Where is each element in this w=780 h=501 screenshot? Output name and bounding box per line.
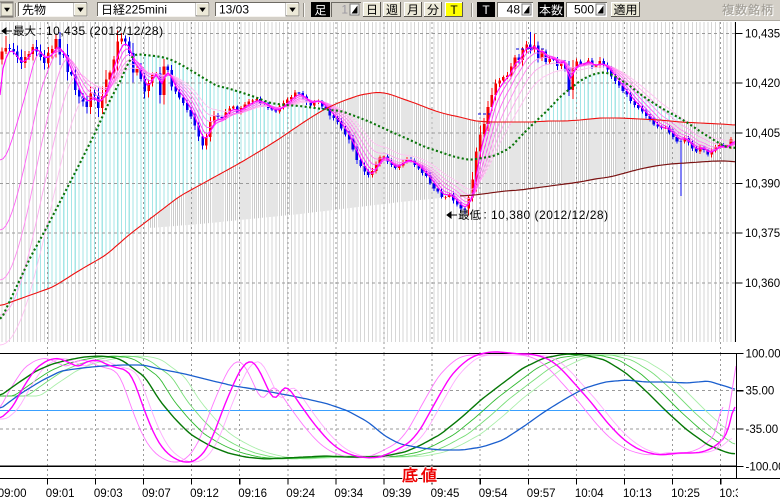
svg-text:1: 1 (341, 3, 348, 17)
svg-text:10,435 (2012/12/28): 10,435 (2012/12/28) (46, 24, 164, 38)
svg-text:10,435: 10,435 (745, 29, 780, 41)
svg-text:35.00: 35.00 (746, 386, 775, 398)
svg-text:-35.00: -35.00 (746, 424, 779, 436)
svg-text:09:57: 09:57 (527, 488, 556, 500)
svg-text:09:07: 09:07 (142, 488, 171, 500)
svg-text:09:39: 09:39 (383, 488, 412, 500)
svg-text:09:24: 09:24 (286, 488, 315, 500)
svg-text:10,405: 10,405 (745, 128, 780, 140)
svg-text:09:12: 09:12 (190, 488, 219, 500)
svg-text:10,375: 10,375 (745, 228, 780, 240)
svg-text:48: 48 (507, 3, 521, 17)
svg-text:T: T (450, 3, 458, 17)
svg-text::: : (484, 210, 487, 222)
svg-text:09:54: 09:54 (479, 488, 508, 500)
svg-text:10,390: 10,390 (745, 179, 780, 191)
svg-text:09:16: 09:16 (238, 488, 267, 500)
svg-text:09:03: 09:03 (94, 488, 123, 500)
svg-text:-100.00: -100.00 (746, 461, 780, 473)
svg-text:09:45: 09:45 (431, 488, 460, 500)
svg-text:T: T (482, 3, 490, 17)
svg-text:10,420: 10,420 (745, 78, 780, 90)
svg-text:09:34: 09:34 (334, 488, 363, 500)
svg-text:10,380 (2012/12/28): 10,380 (2012/12/28) (491, 208, 609, 222)
svg-text:13/03: 13/03 (219, 3, 249, 17)
svg-text:10,360: 10,360 (745, 278, 780, 290)
svg-text::: : (39, 26, 42, 38)
svg-text:09:00: 09:00 (0, 488, 26, 500)
svg-text:10:25: 10:25 (671, 488, 700, 500)
svg-text:225mini: 225mini (125, 3, 167, 17)
svg-text:500: 500 (574, 3, 594, 17)
svg-text:100.00: 100.00 (746, 349, 780, 361)
svg-text:10:04: 10:04 (575, 488, 604, 500)
svg-text:10:13: 10:13 (623, 488, 652, 500)
svg-text:09:01: 09:01 (46, 488, 75, 500)
